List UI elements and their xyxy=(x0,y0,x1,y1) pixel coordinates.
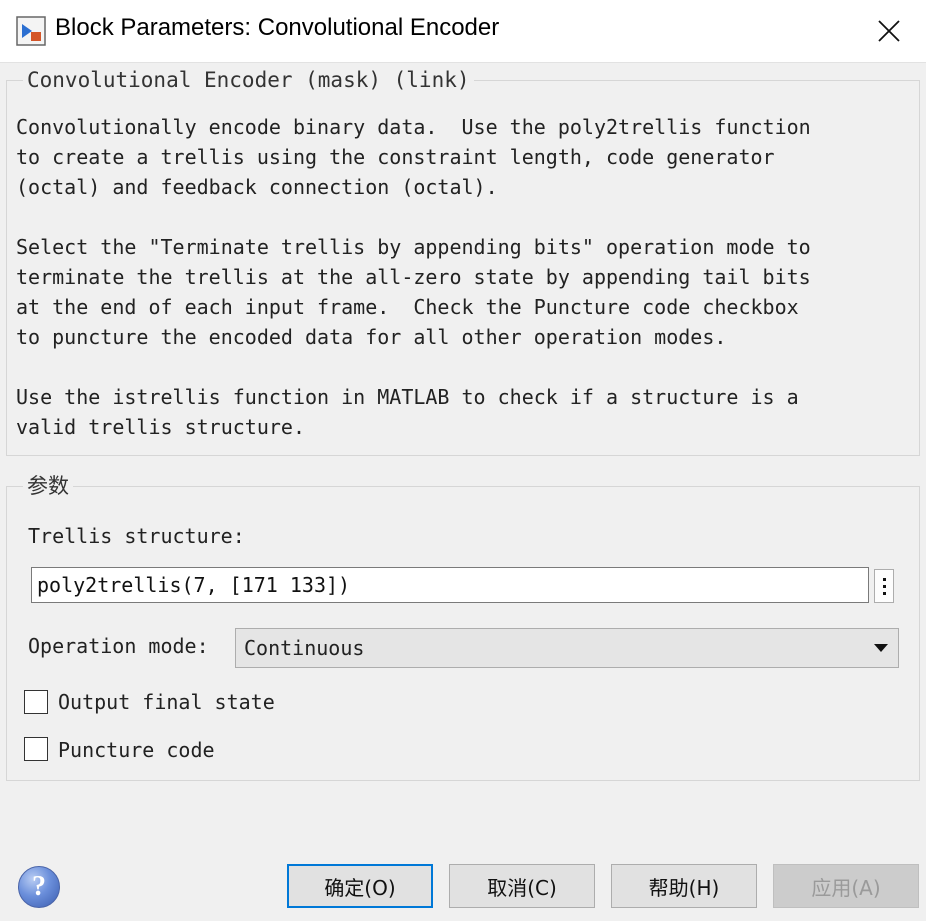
description-paragraph-3: Use the istrellis function in MATLAB to … xyxy=(16,385,799,439)
close-icon xyxy=(878,20,900,42)
output-final-state-label: Output final state xyxy=(58,690,275,714)
cancel-button[interactable]: 取消(C) xyxy=(449,864,595,908)
operation-mode-value: Continuous xyxy=(244,636,365,660)
description-paragraph-2: Select the "Terminate trellis by appendi… xyxy=(16,235,811,349)
help-button[interactable]: 帮助(H) xyxy=(611,864,757,908)
more-dots-icon xyxy=(882,584,886,588)
operation-mode-label: Operation mode: xyxy=(28,634,209,658)
window-title: Block Parameters: Convolutional Encoder xyxy=(55,14,500,41)
description-legend: Convolutional Encoder (mask) (link) xyxy=(27,68,470,92)
simulink-block-icon xyxy=(16,16,46,46)
close-button[interactable] xyxy=(866,10,912,52)
ok-button[interactable]: 确定(O) xyxy=(287,864,433,908)
puncture-code-checkbox[interactable] xyxy=(24,737,48,761)
trellis-structure-label: Trellis structure: xyxy=(28,524,245,548)
parameters-legend: 参数 xyxy=(27,474,69,498)
operation-mode-select[interactable]: Continuous xyxy=(235,628,899,668)
dropdown-arrow-icon xyxy=(874,644,888,652)
title-bar: Block Parameters: Convolutional Encoder xyxy=(0,0,926,63)
description-paragraph-1: Convolutionally encode binary data. Use … xyxy=(16,115,811,199)
trellis-options-button[interactable] xyxy=(874,569,894,603)
puncture-code-label: Puncture code xyxy=(58,738,215,762)
apply-button[interactable]: 应用(A) xyxy=(773,864,919,908)
trellis-structure-input[interactable]: poly2trellis(7, [171 133]) xyxy=(31,567,869,603)
more-dots-icon xyxy=(882,591,886,595)
help-icon[interactable]: ? xyxy=(18,866,60,908)
more-dots-icon xyxy=(882,577,886,581)
output-final-state-checkbox[interactable] xyxy=(24,690,48,714)
